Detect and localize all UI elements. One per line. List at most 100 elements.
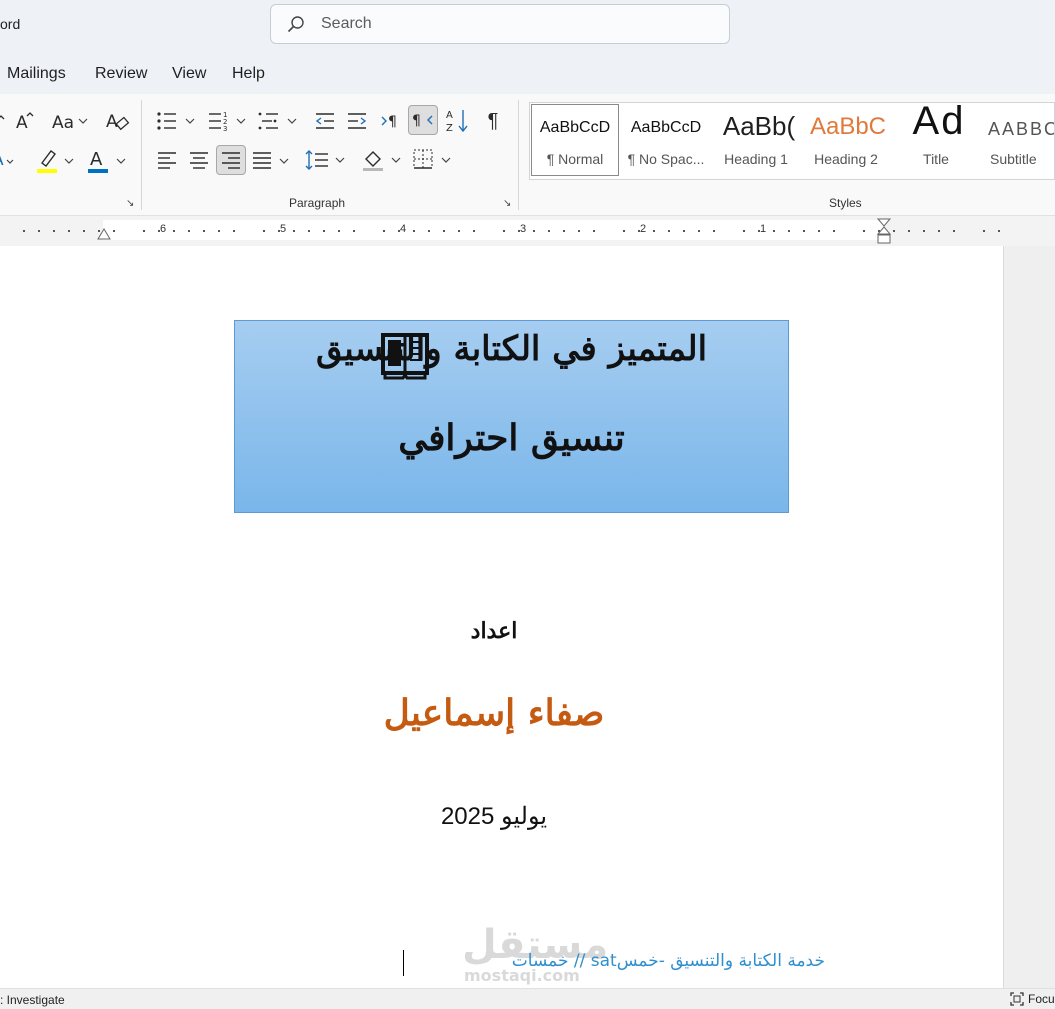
footer-link[interactable]: خدمة الكتابة والتنسيق -خمسsat // خمسات (470, 951, 825, 971)
grow-font-icon[interactable]: A (0, 108, 36, 134)
svg-text:3: 3 (223, 125, 227, 133)
styles-group-label: Styles (829, 196, 862, 210)
paragraph-dialog-launcher-icon[interactable]: ↘ (503, 198, 511, 209)
ruler-number: 5 (280, 223, 287, 235)
ruler-tick (953, 230, 955, 232)
ruler-tick (173, 230, 175, 232)
ruler-tick (428, 230, 430, 232)
ruler-tick (698, 230, 700, 232)
svg-text:A: A (106, 112, 118, 132)
ruler-tick (998, 230, 1000, 232)
style-title[interactable]: Ad Title (892, 105, 980, 177)
ruler-tick (713, 230, 715, 232)
left-indent-marker-icon[interactable] (97, 226, 111, 240)
title-bar: ord Search (0, 0, 1055, 50)
style-name: Heading 1 (724, 151, 788, 167)
horizontal-ruler[interactable]: 6 5 4 3 2 1 (0, 216, 1055, 246)
document-canvas: المتميز في الكتابة والتنسيق تنسيق احتراف… (0, 246, 1055, 988)
font-color-icon[interactable]: A (86, 144, 132, 176)
search-box[interactable]: Search (270, 4, 730, 44)
increase-indent-icon[interactable] (344, 107, 370, 135)
tab-review[interactable]: Review (95, 65, 147, 83)
sort-icon[interactable]: AZ (444, 106, 472, 136)
ribbon: A Aa A A A ↘ 123 ¶ ¶ AZ ¶ (0, 94, 1055, 216)
line-spacing-icon[interactable] (304, 146, 350, 174)
style-preview: AaBb( (722, 111, 796, 141)
ruler-tick (578, 230, 580, 232)
decrease-indent-icon[interactable] (312, 107, 338, 135)
style-subtitle[interactable]: AABBC Subtitle (982, 105, 1054, 177)
shading-icon[interactable] (360, 146, 406, 174)
style-preview: AaBbCcD (539, 119, 611, 136)
document-date: يوليو 2025 (440, 803, 548, 830)
numbering-icon[interactable]: 123 (205, 107, 249, 135)
ltr-direction-icon[interactable]: ¶ (378, 107, 404, 135)
borders-icon[interactable] (410, 146, 456, 174)
ruler-tick (323, 230, 325, 232)
ruler-tick (113, 230, 115, 232)
ruler-tick (638, 230, 640, 232)
align-right-icon[interactable] (216, 145, 246, 175)
ruler-tick (818, 230, 820, 232)
rtl-direction-icon[interactable]: ¶ (408, 105, 438, 135)
text-effects-icon[interactable]: A (0, 144, 18, 176)
focus-label: Focu (1028, 992, 1055, 1006)
style-heading-1[interactable]: AaBb( Heading 1 (712, 105, 800, 177)
document-page[interactable]: المتميز في الكتابة والتنسيق تنسيق احتراف… (0, 246, 1003, 988)
style-heading-2[interactable]: AaBbC Heading 2 (802, 105, 890, 177)
tab-help[interactable]: Help (232, 65, 265, 83)
title-text-box[interactable]: المتميز في الكتابة والتنسيق تنسيق احتراف… (234, 320, 789, 513)
ruler-tick (623, 230, 625, 232)
ruler-tick (338, 230, 340, 232)
align-center-icon[interactable] (186, 146, 212, 174)
font-dialog-launcher-icon[interactable]: ↘ (126, 198, 134, 209)
style-name: Heading 2 (814, 151, 878, 167)
show-formatting-icon[interactable]: ¶ (480, 106, 506, 136)
ruler-tick (83, 230, 85, 232)
ruler-tick (68, 230, 70, 232)
multilevel-list-icon[interactable] (256, 107, 300, 135)
change-case-icon[interactable]: Aa (50, 108, 90, 134)
svg-text:A: A (0, 150, 4, 170)
ruler-tick (773, 230, 775, 232)
author-name: صفاء إسماعيل (383, 692, 605, 734)
ruler-number: 1 (760, 223, 767, 235)
status-investigate[interactable]: : Investigate (0, 993, 65, 1007)
ruler-tick (443, 230, 445, 232)
ruler-tick (548, 230, 550, 232)
right-indent-marker-icon[interactable] (876, 218, 892, 246)
ruler-tick (143, 230, 145, 232)
justify-icon[interactable] (250, 146, 292, 174)
text-cursor (403, 950, 404, 976)
svg-text:A: A (446, 110, 453, 121)
style-normal[interactable]: AaBbCcD ¶ Normal (531, 104, 619, 176)
ruler-tick (203, 230, 205, 232)
ruler-tick (158, 230, 160, 232)
svg-text:¶: ¶ (388, 114, 397, 130)
ruler-tick (278, 230, 280, 232)
paragraph-group-label: Paragraph (289, 196, 346, 210)
ruler-tick (788, 230, 790, 232)
ruler-tick (908, 230, 910, 232)
focus-mode-button[interactable]: Focu (1010, 992, 1055, 1006)
style-no-spacing[interactable]: AaBbCcD ¶ No Spac... (622, 105, 710, 177)
ruler-tick (593, 230, 595, 232)
ruler-tick (383, 230, 385, 232)
ruler-tick (833, 230, 835, 232)
ruler-tick (263, 230, 265, 232)
svg-text:¶: ¶ (412, 113, 421, 129)
tab-view[interactable]: View (172, 65, 206, 83)
vertical-scrollbar[interactable] (1003, 246, 1055, 988)
ruler-tick (533, 230, 535, 232)
ruler-tick (233, 230, 235, 232)
title-line-2: تنسيق احترافي (398, 417, 625, 459)
style-name: ¶ Normal (546, 151, 604, 167)
bullets-icon[interactable] (154, 107, 198, 135)
ruler-tick (398, 230, 400, 232)
align-left-icon[interactable] (154, 146, 180, 174)
ruler-tick (863, 230, 865, 232)
highlight-color-icon[interactable] (34, 144, 80, 176)
title-line-1: المتميز في الكتابة والتنسيق (315, 329, 708, 369)
clear-formatting-icon[interactable]: A (103, 106, 131, 134)
tab-mailings[interactable]: Mailings (7, 65, 66, 83)
